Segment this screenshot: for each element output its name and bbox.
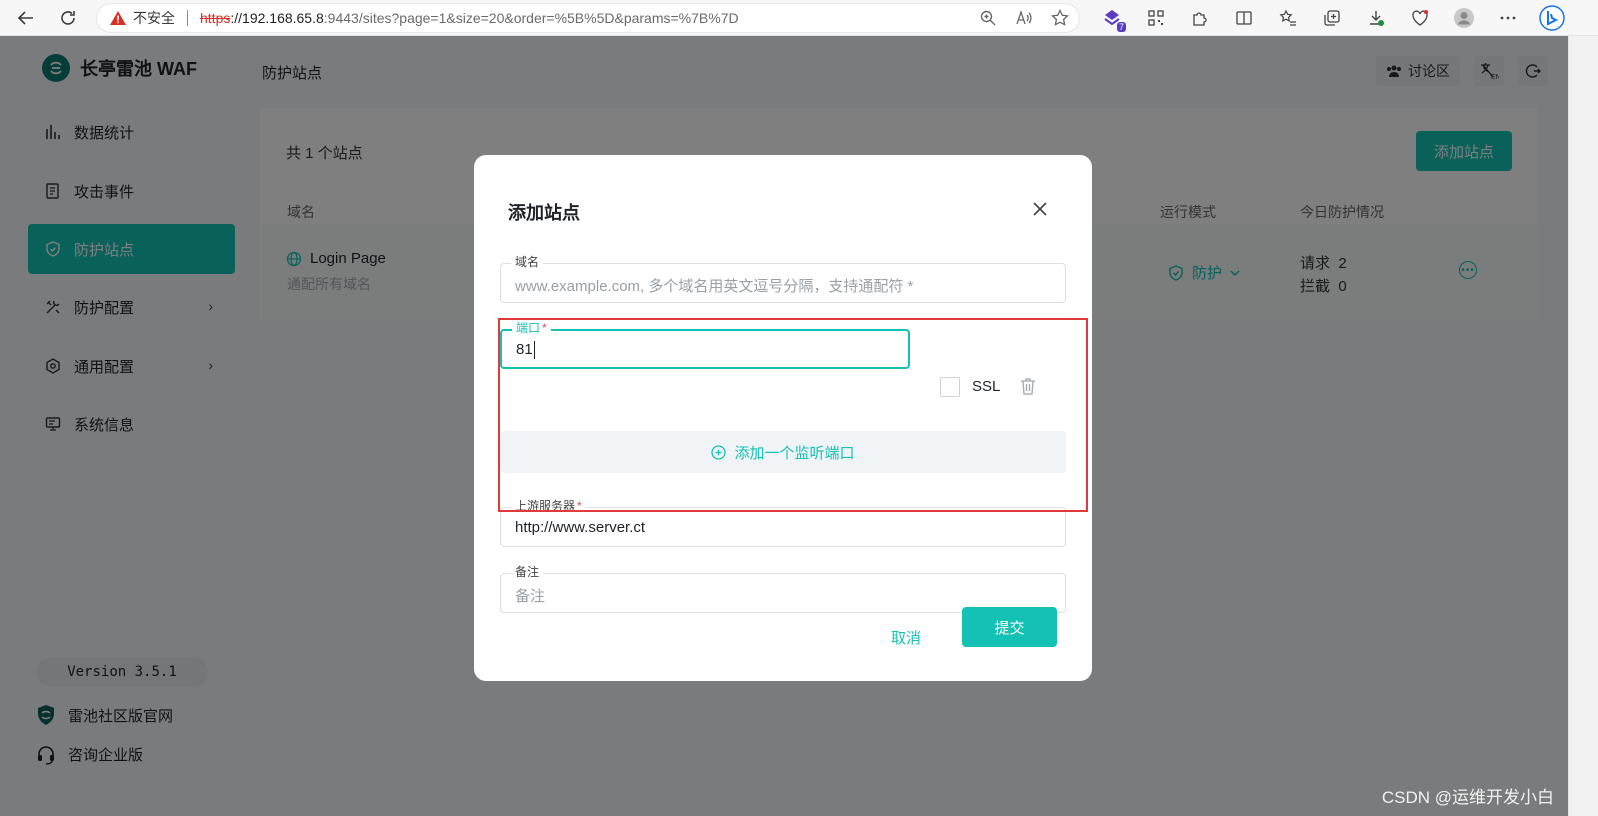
favorite-star-icon[interactable] (1051, 9, 1069, 27)
split-screen-icon[interactable] (1228, 4, 1260, 32)
submit-button[interactable]: 提交 (962, 607, 1057, 647)
annotation-highlight-box (498, 318, 1088, 512)
bing-copilot-icon[interactable] (1536, 4, 1568, 32)
extension-badge-icon[interactable]: 7 (1096, 4, 1128, 32)
extension-badge-count: 7 (1116, 22, 1126, 32)
cancel-button[interactable]: 取消 (868, 617, 944, 657)
more-menu-icon[interactable] (1492, 4, 1524, 32)
browser-toolbar: 不安全 https://192.168.65.8:9443/sites?page… (0, 0, 1598, 36)
back-icon[interactable] (12, 4, 40, 32)
refresh-icon[interactable] (54, 4, 82, 32)
address-bar[interactable]: 不安全 https://192.168.65.8:9443/sites?page… (96, 3, 1080, 33)
zoom-icon[interactable] (979, 9, 997, 27)
upstream-value: http://www.server.ct (515, 519, 646, 536)
waf-app: 长亭雷池 WAF 防护站点 讨论区 EN 数据统计 攻击事件 防护站点 防护配置… (0, 36, 1568, 816)
page-scrollbar[interactable] (1568, 36, 1598, 816)
url-host: ://192.168.65.8 (230, 10, 324, 26)
dialog-title: 添加站点 (508, 203, 580, 223)
domain-field[interactable]: 域名 www.example.com, 多个域名用英文逗号分隔，支持通配符 * (500, 255, 1066, 303)
qr-code-icon[interactable] (1140, 4, 1172, 32)
url-path: :9443/sites?page=1&size=20&order=%5B%5D&… (323, 10, 739, 26)
domain-placeholder: www.example.com, 多个域名用英文逗号分隔，支持通配符 * (515, 278, 914, 295)
note-label: 备注 (511, 565, 544, 579)
read-aloud-icon[interactable] (1015, 9, 1033, 27)
upstream-server-input[interactable]: 上游服务器 * http://www.server.ct (500, 499, 1066, 547)
domain-label: 域名 (511, 255, 544, 269)
browser-essentials-icon[interactable] (1404, 4, 1436, 32)
collections-icon[interactable] (1316, 4, 1348, 32)
address-divider (187, 10, 188, 26)
close-icon[interactable] (1028, 197, 1052, 221)
insecure-label: 不安全 (133, 10, 175, 26)
warning-icon (110, 11, 126, 25)
downloads-icon[interactable] (1360, 4, 1392, 32)
note-placeholder: 备注 (515, 588, 546, 605)
extensions-puzzle-icon[interactable] (1184, 4, 1216, 32)
url-scheme: https (200, 10, 231, 26)
csdn-watermark: CSDN @运维开发小白 (1381, 788, 1554, 807)
profile-avatar-icon[interactable] (1448, 4, 1480, 32)
favorites-list-icon[interactable] (1272, 4, 1304, 32)
